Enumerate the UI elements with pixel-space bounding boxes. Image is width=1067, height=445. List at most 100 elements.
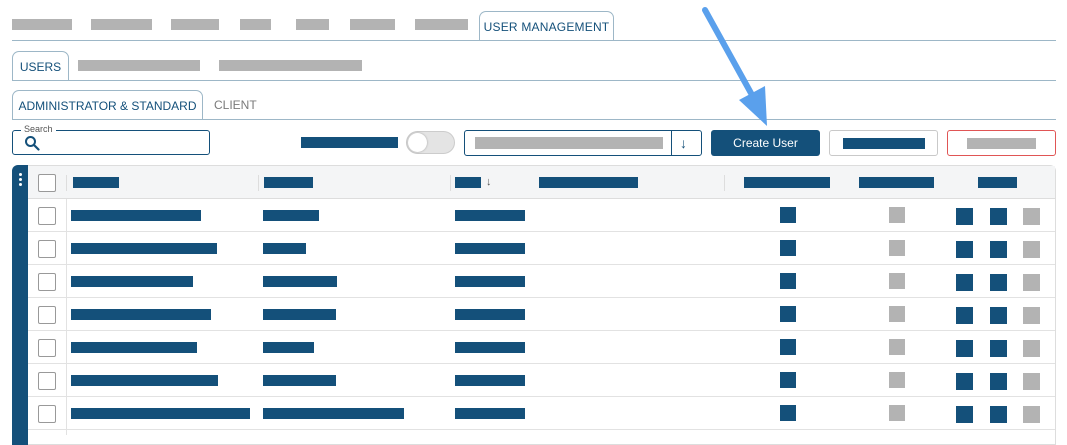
toggle-switch[interactable] <box>406 131 455 154</box>
tab-redacted-5[interactable] <box>296 19 329 30</box>
header-col-2-redacted[interactable] <box>264 177 313 188</box>
arrow-down-icon[interactable]: ↓ <box>680 135 687 151</box>
toggle-label-redacted <box>301 137 398 148</box>
tab-redacted-1[interactable] <box>12 19 72 30</box>
header-col-1-redacted[interactable] <box>73 177 119 188</box>
action-icon-1[interactable] <box>956 340 973 357</box>
action-icon-3-disabled[interactable] <box>1023 307 1040 324</box>
action-icon-3-disabled[interactable] <box>1023 208 1040 225</box>
cell-name-redacted[interactable] <box>71 276 193 287</box>
action-icon-2[interactable] <box>990 274 1007 291</box>
create-user-button[interactable]: Create User <box>711 130 820 156</box>
annotation-arrow-icon <box>702 7 767 126</box>
status-square-icon <box>780 405 796 421</box>
cell-col2-redacted <box>263 276 337 287</box>
cell-col2-redacted <box>263 243 306 254</box>
action-icon-2[interactable] <box>990 340 1007 357</box>
action-icon-1[interactable] <box>956 208 973 225</box>
status-square-grey-icon <box>889 306 905 322</box>
danger-button-label-redacted <box>967 138 1036 149</box>
tab-redacted-7[interactable] <box>415 19 468 30</box>
action-icon-1[interactable] <box>956 406 973 423</box>
cell-name-redacted[interactable] <box>71 243 217 254</box>
status-square-grey-icon <box>889 240 905 256</box>
row-checkbox[interactable] <box>38 372 56 390</box>
action-icon-2[interactable] <box>990 241 1007 258</box>
tab-client[interactable]: CLIENT <box>214 98 257 112</box>
status-square-grey-icon <box>889 339 905 355</box>
cell-col3-redacted <box>455 408 525 419</box>
column-menu-handle[interactable] <box>12 165 28 445</box>
status-square-icon <box>780 306 796 322</box>
action-icon-3-disabled[interactable] <box>1023 241 1040 258</box>
header-separator <box>450 175 451 191</box>
action-icon-1[interactable] <box>956 373 973 390</box>
search-input[interactable] <box>42 133 202 151</box>
status-square-grey-icon <box>889 273 905 289</box>
cell-name-redacted[interactable] <box>71 375 218 386</box>
cell-col3-redacted <box>455 210 525 221</box>
tab-user-management[interactable]: USER MANAGEMENT <box>479 11 614 41</box>
header-col-5-redacted[interactable] <box>744 177 830 188</box>
cell-col3-redacted <box>455 375 525 386</box>
row-divider <box>28 330 1055 331</box>
filter-select-value-redacted <box>475 137 663 149</box>
action-icon-1[interactable] <box>956 307 973 324</box>
row-checkbox[interactable] <box>38 306 56 324</box>
toggle-knob <box>408 133 427 152</box>
row-checkbox[interactable] <box>38 273 56 291</box>
subtab-redacted-1[interactable] <box>78 60 200 71</box>
cell-col3-redacted <box>455 342 525 353</box>
tab-divider <box>12 40 1056 41</box>
kebab-menu-icon[interactable] <box>19 173 22 188</box>
header-col-7-redacted[interactable] <box>978 177 1017 188</box>
cell-name-redacted[interactable] <box>71 309 211 320</box>
tab-redacted-2[interactable] <box>91 19 152 30</box>
tab-redacted-4[interactable] <box>240 19 271 30</box>
status-square-grey-icon <box>889 405 905 421</box>
status-square-icon <box>780 207 796 223</box>
cell-col3-redacted <box>455 309 525 320</box>
action-icon-2[interactable] <box>990 307 1007 324</box>
tab-redacted-3[interactable] <box>171 19 219 30</box>
select-all-checkbox[interactable] <box>38 174 56 192</box>
header-col-3-redacted[interactable] <box>455 177 481 188</box>
cell-col2-redacted <box>263 210 319 221</box>
header-col-6-redacted[interactable] <box>859 177 934 188</box>
subtab-divider <box>12 80 1056 81</box>
cell-name-redacted[interactable] <box>71 408 250 419</box>
action-icon-1[interactable] <box>956 274 973 291</box>
action-icon-1[interactable] <box>956 241 973 258</box>
tab-users[interactable]: USERS <box>12 51 69 81</box>
select-separator <box>671 131 672 155</box>
row-checkbox[interactable] <box>38 207 56 225</box>
action-icon-2[interactable] <box>990 373 1007 390</box>
action-icon-2[interactable] <box>990 406 1007 423</box>
sort-down-icon[interactable]: ↓ <box>486 176 492 188</box>
action-icon-3-disabled[interactable] <box>1023 274 1040 291</box>
status-square-grey-icon <box>889 372 905 388</box>
action-icon-3-disabled[interactable] <box>1023 340 1040 357</box>
row-checkbox[interactable] <box>38 405 56 423</box>
row-checkbox[interactable] <box>38 240 56 258</box>
action-icon-3-disabled[interactable] <box>1023 373 1040 390</box>
status-square-icon <box>780 240 796 256</box>
row-divider <box>28 396 1055 397</box>
cell-name-redacted[interactable] <box>71 210 201 221</box>
status-square-icon <box>780 273 796 289</box>
header-separator <box>724 175 725 191</box>
cell-col2-redacted <box>263 309 336 320</box>
row-divider <box>28 231 1055 232</box>
header-separator <box>66 175 67 191</box>
action-icon-2[interactable] <box>990 208 1007 225</box>
search-icon <box>25 136 40 151</box>
column-separator <box>66 199 67 435</box>
header-col-4-redacted[interactable] <box>539 177 638 188</box>
header-separator <box>258 175 259 191</box>
subtab-redacted-2[interactable] <box>219 60 362 71</box>
tab-administrator-standard[interactable]: ADMINISTRATOR & STANDARD <box>12 90 203 120</box>
row-checkbox[interactable] <box>38 339 56 357</box>
tab-redacted-6[interactable] <box>350 19 395 30</box>
action-icon-3-disabled[interactable] <box>1023 406 1040 423</box>
cell-name-redacted[interactable] <box>71 342 197 353</box>
